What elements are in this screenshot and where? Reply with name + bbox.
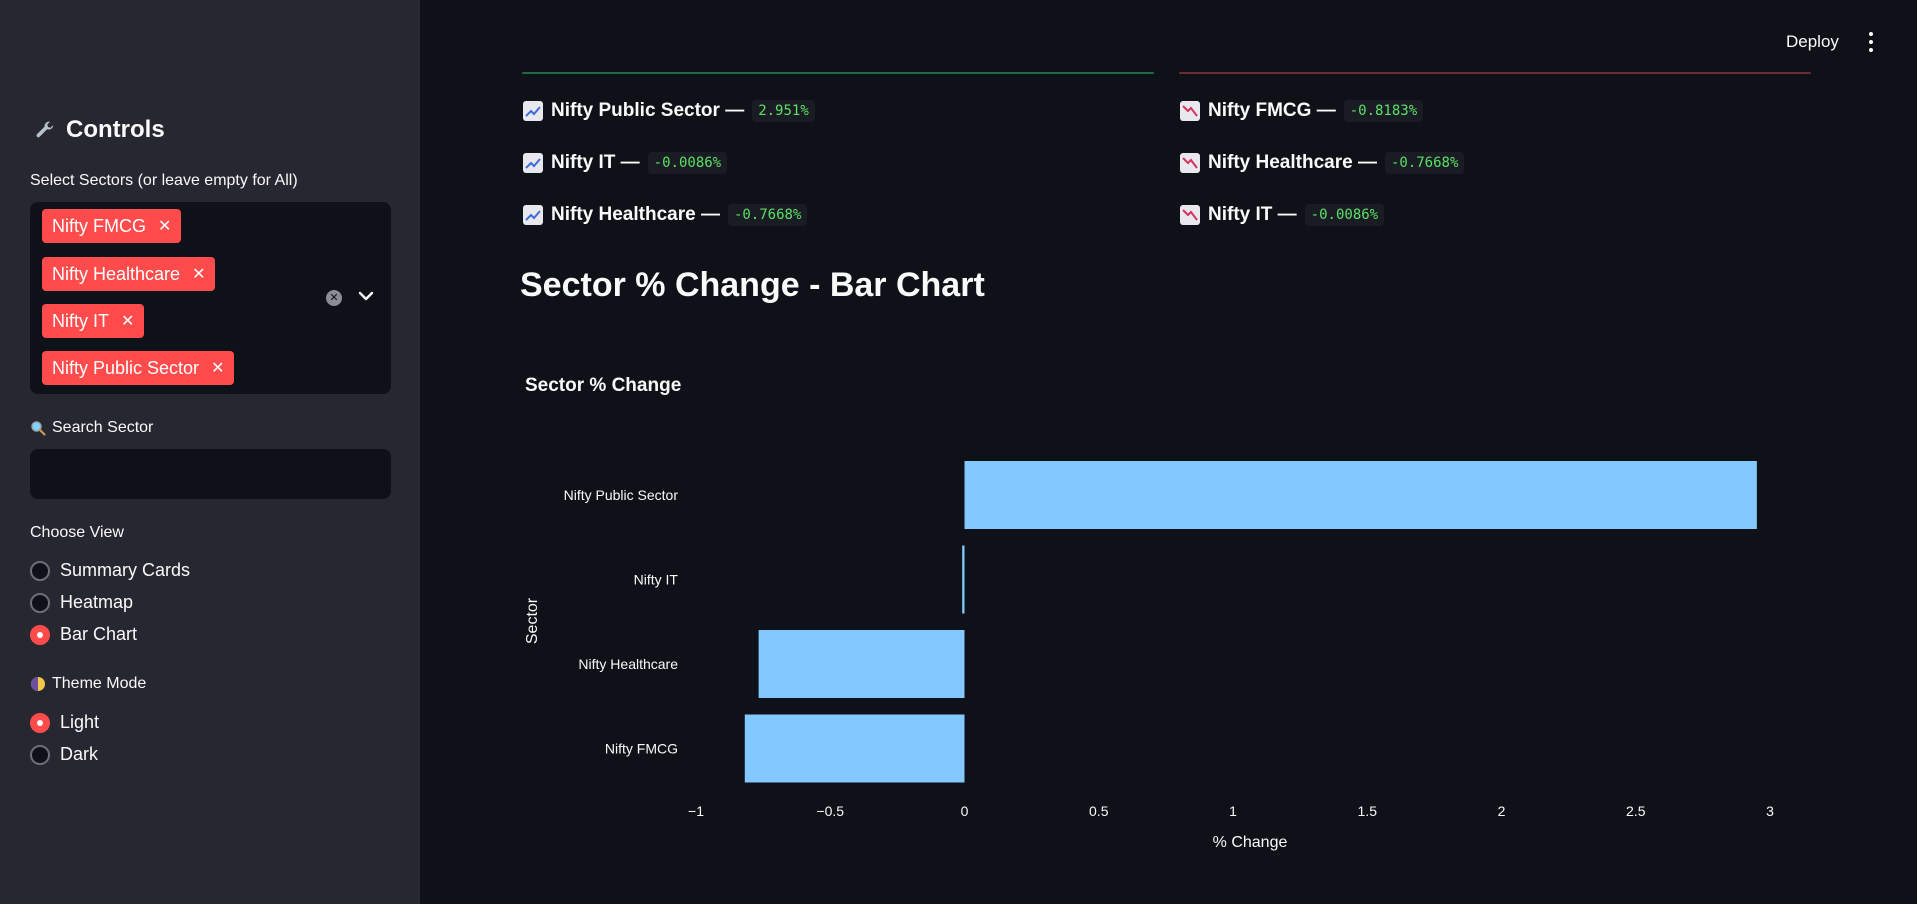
x-tick-label: 1 [1229, 803, 1237, 819]
bars-group [744, 461, 1757, 783]
x-tick-label: 2 [1498, 803, 1506, 819]
x-tick-label: 0 [961, 803, 969, 819]
x-tick-label: 3 [1766, 803, 1774, 819]
y-axis-label: Sector [524, 597, 541, 644]
y-tick-label: Nifty IT [634, 572, 679, 588]
x-tick-label: 0.5 [1089, 803, 1109, 819]
y-tick-label: Nifty FMCG [605, 741, 678, 757]
x-tick-labels: −1 −0.5 0 0.5 1 1.5 2 2.5 3 [688, 803, 1774, 819]
y-tick-label: Nifty Public Sector [564, 487, 679, 503]
y-tick-labels: Nifty Public Sector Nifty IT Nifty Healthc… [564, 487, 679, 757]
bar [964, 461, 1757, 529]
chart-title: Sector % Change [525, 375, 681, 396]
bar [962, 545, 965, 614]
bar [758, 630, 965, 698]
y-tick-label: Nifty Healthcare [578, 656, 678, 672]
x-axis-label: % Change [1213, 834, 1288, 851]
x-tick-label: 1.5 [1358, 803, 1378, 819]
x-tick-label: −0.5 [816, 803, 844, 819]
x-tick-label: 2.5 [1626, 803, 1646, 819]
bar-chart: Sector % Change Sector % Change Nifty Pu… [524, 375, 1774, 851]
bar [744, 714, 965, 783]
x-tick-label: −1 [688, 803, 704, 819]
